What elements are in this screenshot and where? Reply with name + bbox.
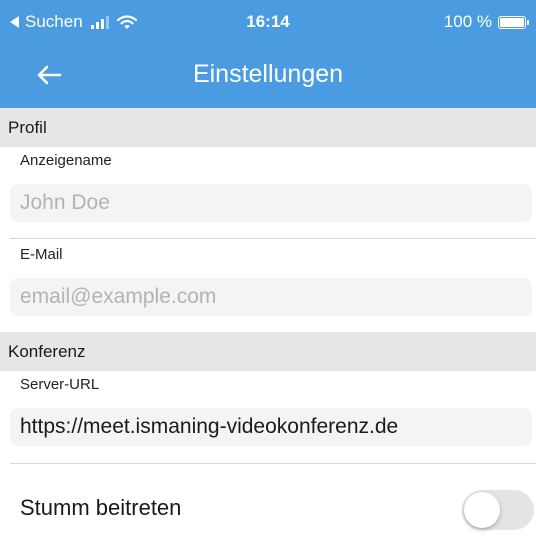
mute-join-toggle[interactable] (462, 490, 534, 530)
mute-join-label: Stumm beitreten (20, 495, 182, 520)
page-title: Einstellungen (192, 60, 344, 88)
status-bar: Suchen 16:14 100 % (0, 0, 536, 40)
app-header: Suchen 16:14 100 % Einstellungen (0, 0, 536, 108)
divider (10, 238, 536, 239)
display-name-input[interactable] (10, 184, 532, 222)
email-input[interactable] (10, 278, 532, 316)
battery-icon (498, 15, 529, 29)
display-name-label: Anzeigename (20, 152, 112, 169)
section-header-conference: Konferenz (0, 332, 536, 371)
navigation-bar: Einstellungen (0, 48, 536, 102)
email-label: E-Mail (20, 246, 63, 263)
toggle-knob (464, 492, 500, 528)
section-header-profile: Profil (0, 108, 536, 147)
divider (10, 463, 536, 464)
server-url-label: Server-URL (20, 376, 100, 393)
status-bar-right: 100 % (443, 12, 529, 32)
server-url-input[interactable] (10, 408, 532, 446)
battery-percent: 100 % (443, 12, 492, 31)
